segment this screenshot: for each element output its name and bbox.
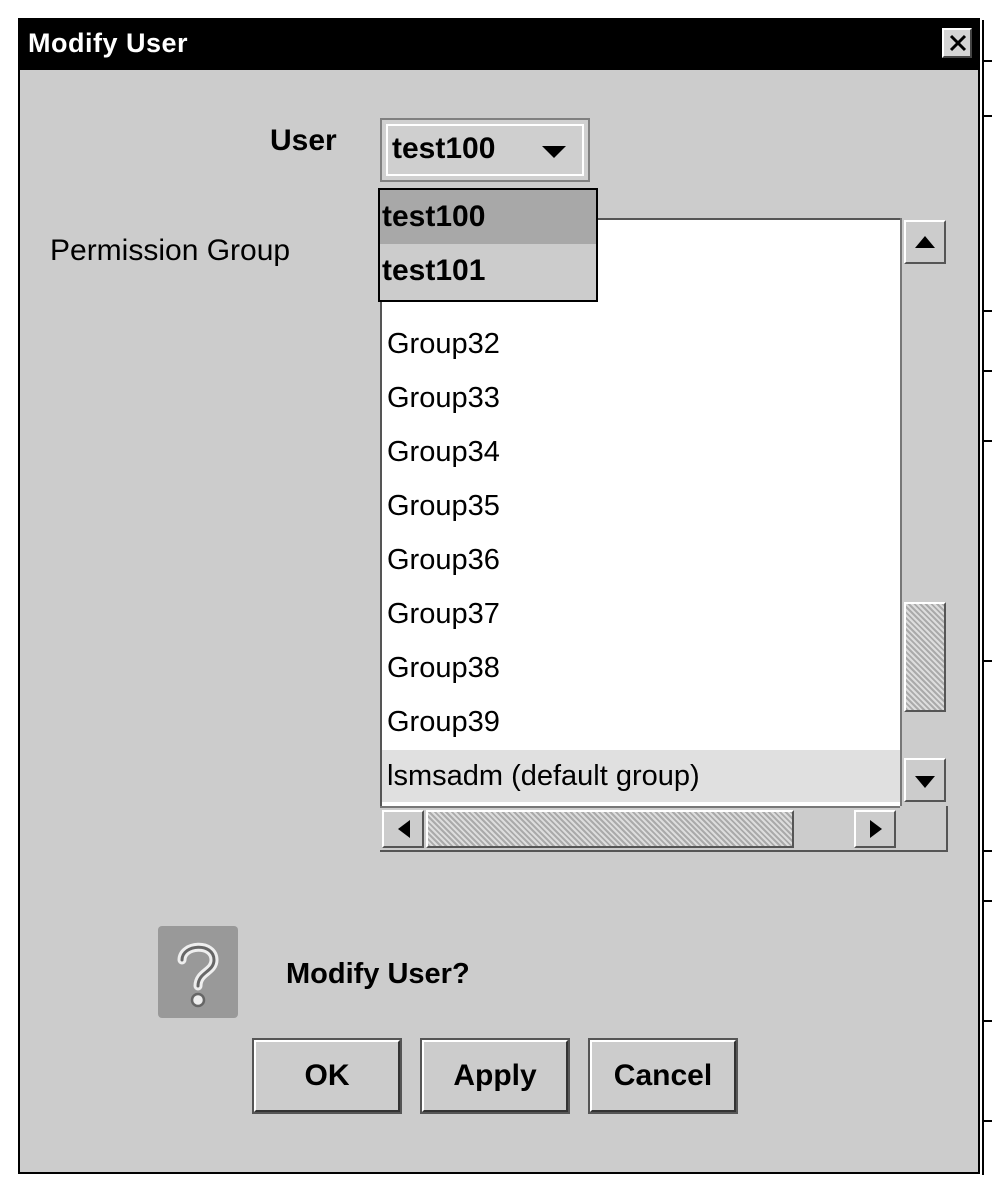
vertical-scroll-thumb[interactable] — [904, 602, 946, 712]
list-item[interactable]: Group39 — [387, 706, 500, 739]
list-item[interactable]: Group37 — [387, 598, 500, 631]
arrow-up-icon — [915, 236, 935, 248]
arrow-right-icon — [870, 820, 882, 838]
background-window-edge — [980, 20, 1002, 1175]
user-combobox[interactable]: test100 — [380, 118, 590, 182]
dropdown-option-test101[interactable]: test101 — [380, 244, 596, 298]
cancel-button[interactable]: Cancel — [588, 1038, 738, 1114]
list-item[interactable]: Group38 — [387, 652, 500, 685]
close-button[interactable] — [942, 28, 972, 58]
list-item[interactable]: Group33 — [387, 382, 500, 415]
horizontal-scroll-thumb[interactable] — [426, 810, 794, 848]
modify-user-dialog: Modify User User Permission Group test10… — [18, 18, 980, 1174]
question-icon — [158, 926, 238, 1018]
vertical-scrollbar[interactable] — [900, 218, 948, 806]
user-combobox-value: test100 — [392, 132, 496, 165]
list-item[interactable]: Group35 — [387, 490, 500, 523]
title-bar: Modify User — [20, 20, 978, 70]
list-item[interactable]: Group34 — [387, 436, 500, 469]
horizontal-scrollbar[interactable] — [380, 806, 900, 850]
user-label: User — [270, 124, 337, 157]
close-icon — [949, 34, 967, 52]
chevron-down-icon — [542, 146, 566, 158]
arrow-left-icon — [398, 820, 410, 838]
scrollbar-corner — [900, 806, 946, 850]
arrow-down-icon — [915, 776, 935, 788]
ok-button[interactable]: OK — [252, 1038, 402, 1114]
permission-group-label: Permission Group — [50, 234, 291, 267]
list-item[interactable]: Group32 — [387, 328, 500, 361]
scroll-up-button[interactable] — [904, 220, 946, 264]
confirm-prompt: Modify User? — [286, 958, 470, 990]
user-dropdown-popup[interactable]: test100 test101 — [378, 188, 598, 302]
scroll-right-button[interactable] — [854, 810, 896, 848]
list-item-selected[interactable]: lsmsadm (default group) — [387, 760, 700, 793]
scroll-left-button[interactable] — [382, 810, 424, 848]
scroll-down-button[interactable] — [904, 758, 946, 802]
dropdown-option-test100[interactable]: test100 — [380, 190, 596, 244]
permission-group-list[interactable]: Group32 Group33 Group34 Group35 Group36 … — [380, 218, 948, 852]
window-title: Modify User — [28, 28, 189, 58]
apply-button[interactable]: Apply — [420, 1038, 570, 1114]
list-item[interactable]: Group36 — [387, 544, 500, 577]
